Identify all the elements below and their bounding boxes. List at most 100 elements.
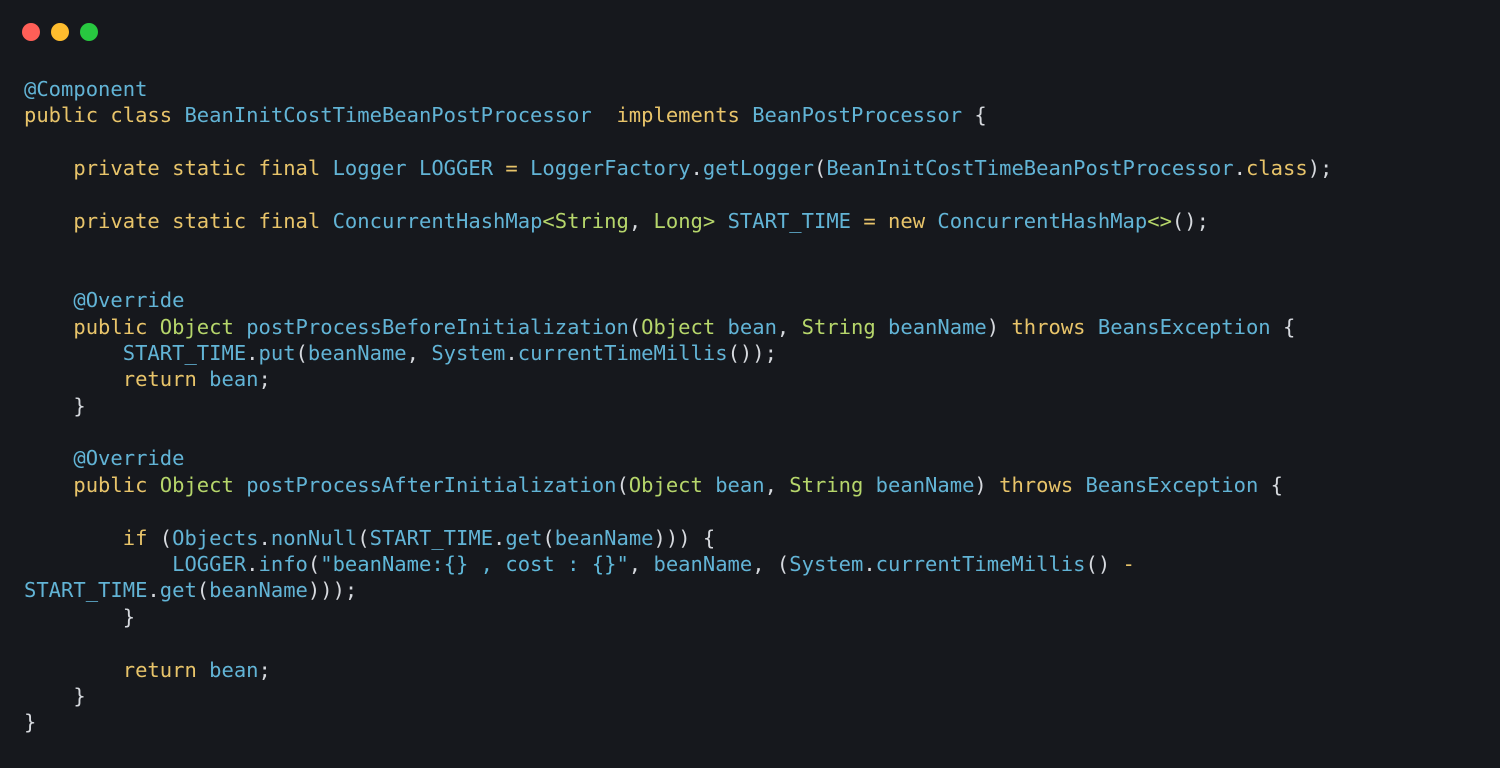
- code-token-plain: (): [1085, 552, 1123, 577]
- code-token-plain: }: [24, 683, 86, 708]
- code-token-class: LoggerFactory: [530, 156, 691, 181]
- code-line: if (Objects.nonNull(START_TIME.get(beanN…: [24, 525, 1332, 551]
- code-token-method: get: [505, 525, 543, 550]
- code-line: @Override: [24, 445, 1332, 471]
- code-line: @Override: [24, 287, 1332, 313]
- code-token-plain: (: [295, 340, 308, 365]
- code-token-plain: )));: [307, 578, 358, 603]
- code-token-plain: {: [962, 103, 987, 128]
- code-token-field: START_TIME: [24, 578, 148, 603]
- code-token-ident: beanName: [875, 472, 975, 497]
- code-block: @Component public class BeanInitCostTimeB…: [24, 76, 1332, 736]
- code-token-plain: .: [505, 340, 518, 365]
- code-token-plain: {: [1270, 314, 1296, 339]
- code-token-class: System: [789, 552, 864, 577]
- maximize-button[interactable]: [80, 23, 98, 41]
- code-token-field: START_TIME: [369, 525, 494, 550]
- code-token-plain: ;: [258, 367, 271, 392]
- code-line: LOGGER.info("beanName:{} , cost : {}", b…: [24, 551, 1332, 577]
- code-token-keyword: class: [110, 103, 173, 128]
- code-token-annotation: @Override: [73, 446, 185, 471]
- code-token-keyword: if: [122, 525, 148, 550]
- code-token-plain: }: [24, 393, 86, 418]
- code-token-keyword: private: [73, 208, 160, 233]
- code-line: START_TIME.put(beanName, System.currentT…: [24, 340, 1332, 366]
- code-line: private static final Logger LOGGER = Log…: [24, 155, 1332, 181]
- code-token-generic: Object: [641, 314, 716, 339]
- code-token-keyword: throws: [999, 472, 1074, 497]
- code-token-keyword: static: [172, 156, 247, 181]
- code-token-keyword: implements: [616, 103, 740, 128]
- code-token-plain: (: [616, 472, 629, 497]
- code-token-field: LOGGER: [419, 156, 494, 181]
- code-token-plain: .: [246, 552, 259, 577]
- code-token-plain: }: [24, 604, 136, 629]
- code-line: return bean;: [24, 366, 1332, 392]
- code-line: }: [24, 709, 1332, 735]
- code-token-field: START_TIME: [727, 208, 851, 233]
- code-token-plain: (: [813, 156, 827, 181]
- code-token-method: postProcessAfterInitialization: [246, 472, 617, 497]
- code-token-method: postProcessBeforeInitialization: [246, 314, 629, 339]
- code-token-method: nonNull: [270, 525, 358, 550]
- code-token-method: getLogger: [702, 156, 814, 181]
- code-token-plain: {: [1258, 472, 1283, 497]
- code-token-plain: (: [542, 525, 555, 550]
- code-token-generic: <String: [542, 208, 629, 233]
- code-token-generic: Object: [628, 472, 703, 497]
- code-token-plain: ,: [776, 314, 802, 339]
- code-token-plain: ): [974, 472, 1000, 497]
- code-token-plain: ;: [258, 657, 271, 682]
- code-line: }: [24, 683, 1332, 709]
- code-token-method: get: [159, 578, 197, 603]
- code-token-keyword: class: [1245, 156, 1308, 181]
- code-token-type: ConcurrentHashMap: [332, 208, 543, 233]
- code-token-keyword: return: [122, 657, 197, 682]
- code-token-generic: Object: [159, 314, 234, 339]
- code-token-plain: , (: [752, 552, 790, 577]
- code-token-plain: (: [307, 552, 321, 577]
- code-token-class: Objects: [172, 525, 259, 550]
- code-token-string: "beanName:{} , cost : {}": [320, 552, 629, 577]
- minimize-button[interactable]: [51, 23, 69, 41]
- code-line: }: [24, 393, 1332, 419]
- close-button[interactable]: [22, 23, 40, 41]
- code-token-generic: <>: [1147, 208, 1172, 233]
- code-token-keyword: public: [24, 103, 99, 128]
- code-token-operator: -: [1122, 552, 1135, 577]
- code-token-class: BeanPostProcessor: [752, 103, 963, 128]
- code-token-method: put: [258, 340, 296, 365]
- code-token-class: BeansException: [1097, 314, 1271, 339]
- code-token-keyword: return: [122, 367, 197, 392]
- code-token-plain: .: [863, 552, 876, 577]
- code-token-plain: ,: [628, 208, 654, 233]
- code-token-method: info: [258, 552, 308, 577]
- code-token-ident: bean: [727, 314, 777, 339]
- code-token-plain: .: [1233, 156, 1246, 181]
- code-token-ident: beanName: [554, 525, 654, 550]
- code-token-class: BeansException: [1085, 472, 1259, 497]
